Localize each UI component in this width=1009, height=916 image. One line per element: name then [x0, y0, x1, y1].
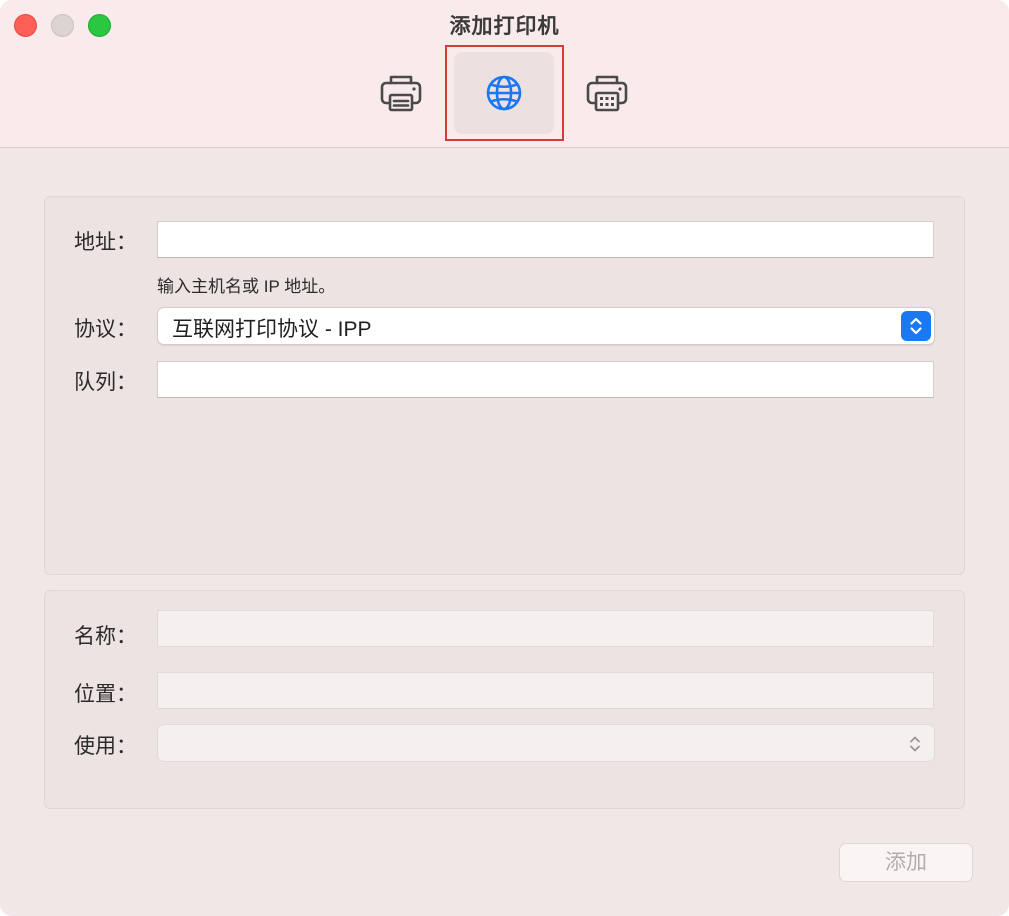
chevron-up-down-icon [901, 311, 931, 341]
protocol-select-value: 互联网打印协议 - IPP [172, 318, 372, 341]
location-field[interactable] [157, 672, 934, 709]
name-field[interactable] [157, 610, 934, 647]
add-printer-window: 添加打印机 地址： 输入主机名或 IP 地址。 协议： 互联网打印协议 - IP… [0, 0, 1009, 916]
window-title: 添加打印机 [449, 15, 560, 38]
toolbar-windows-printer-button[interactable] [557, 52, 657, 134]
protocol-select[interactable]: 互联网打印协议 - IPP [157, 307, 935, 345]
chevron-up-down-icon [906, 731, 924, 757]
location-label: 位置： [74, 683, 137, 706]
toolbar-ip-printer-button[interactable] [454, 52, 554, 134]
add-button[interactable]: 添加 [839, 843, 973, 882]
address-hint: 输入主机名或 IP 地址。 [157, 277, 336, 296]
use-select[interactable] [157, 724, 935, 762]
use-label: 使用： [74, 735, 137, 758]
toolbar-default-printer-button[interactable] [351, 52, 451, 134]
printer-icon [380, 75, 422, 112]
protocol-label: 协议： [74, 318, 137, 341]
queue-field[interactable] [157, 361, 934, 398]
name-label: 名称： [74, 625, 137, 648]
globe-icon [486, 75, 522, 111]
address-label: 地址： [74, 231, 137, 254]
address-field[interactable] [157, 221, 934, 258]
queue-label: 队列： [74, 371, 137, 394]
windows-printer-icon [586, 75, 628, 112]
titlebar: 添加打印机 [0, 0, 1009, 148]
